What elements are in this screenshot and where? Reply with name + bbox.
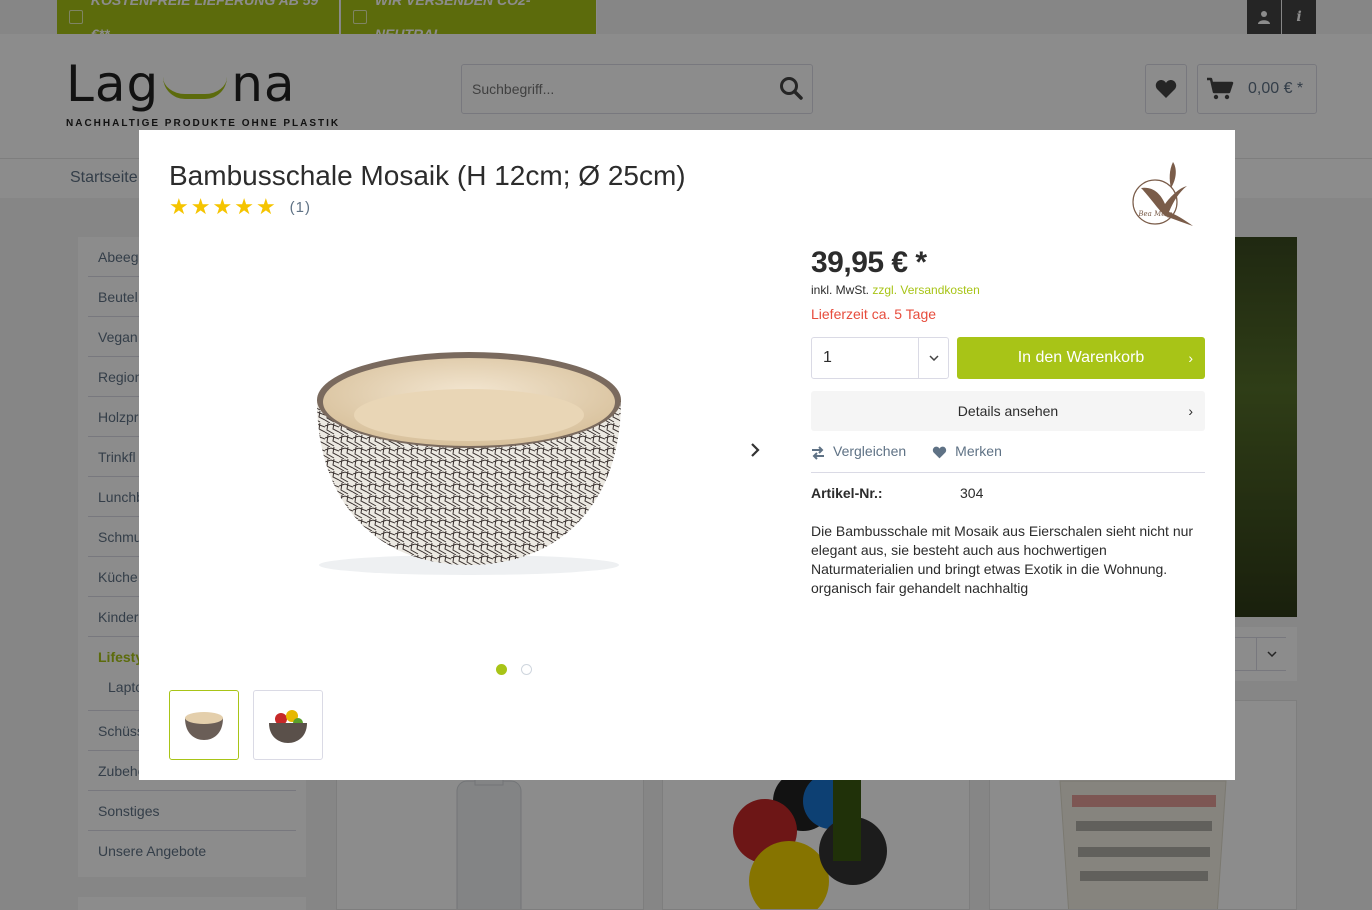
compare-label: Vergleichen: [833, 443, 907, 459]
product-title: Bambusschale Mosaik (H 12cm; Ø 25cm): [169, 160, 686, 191]
remember-label: Merken: [955, 443, 1002, 459]
next-image-button[interactable]: [745, 438, 765, 462]
product-description: Die Bambusschale mit Mosaik aus Eierscha…: [811, 523, 1194, 596]
quantity-select[interactable]: 1: [811, 337, 949, 379]
quickview-modal: Bambusschale Mosaik (H 12cm; Ø 25cm) ★ ★…: [139, 130, 1235, 780]
slider-dots: [496, 664, 532, 675]
quantity-value: 1: [823, 349, 832, 366]
quantity-dropdown-toggle[interactable]: [918, 338, 948, 378]
bowl-with-fruit-thumbnail-image: [269, 710, 307, 743]
product-price: 39,95 € *: [811, 246, 927, 279]
compare-button[interactable]: Vergleichen: [811, 443, 906, 472]
chevron-right-icon: [751, 443, 760, 457]
svg-text:Bea Mely: Bea Mely: [1137, 210, 1172, 218]
chevron-down-icon: [928, 355, 939, 361]
rating-count: (1): [289, 198, 312, 216]
chevron-right-icon: ›: [1188, 403, 1193, 419]
article-number-label: Artikel-Nr.:: [811, 485, 883, 501]
thumbnail-active[interactable]: [169, 690, 239, 760]
remember-button[interactable]: Merken: [932, 443, 1002, 472]
star-icon: ★: [169, 194, 189, 219]
tax-info: inkl. MwSt. zzgl. Versandkosten: [811, 283, 980, 297]
article-number-row: Artikel-Nr.: 304: [811, 485, 983, 501]
view-details-label: Details ansehen: [957, 403, 1059, 419]
star-icon: ★: [212, 194, 233, 219]
thumbnail[interactable]: [253, 690, 323, 760]
bowl-thumbnail-image: [185, 712, 223, 740]
tax-note: inkl. MwSt.: [811, 283, 870, 297]
product-actions: Vergleichen Merken: [811, 443, 1205, 473]
star-icon: ★: [255, 194, 276, 219]
rating[interactable]: ★ ★ ★ ★ ★ (1): [169, 196, 311, 218]
slider-dot[interactable]: [521, 664, 532, 675]
slider-dot-active[interactable]: [496, 664, 507, 675]
star-icon: ★: [234, 194, 254, 219]
add-to-cart-label: In den Warenkorb: [1017, 349, 1145, 366]
chevron-right-icon: ›: [1188, 350, 1193, 366]
delivery-time: Lieferzeit ca. 5 Tage: [811, 306, 937, 322]
brand-logo[interactable]: Bea Mely: [1121, 158, 1197, 234]
compare-arrows-icon: [812, 446, 824, 460]
view-details-button[interactable]: Details ansehen ›: [811, 391, 1205, 431]
heart-icon: [933, 446, 947, 459]
star-icon: ★: [190, 194, 211, 219]
article-number-value: 304: [960, 485, 984, 501]
product-image[interactable]: [269, 315, 669, 585]
add-to-cart-button[interactable]: In den Warenkorb ›: [957, 337, 1205, 379]
shipping-costs-link[interactable]: zzgl. Versandkosten: [872, 283, 979, 297]
